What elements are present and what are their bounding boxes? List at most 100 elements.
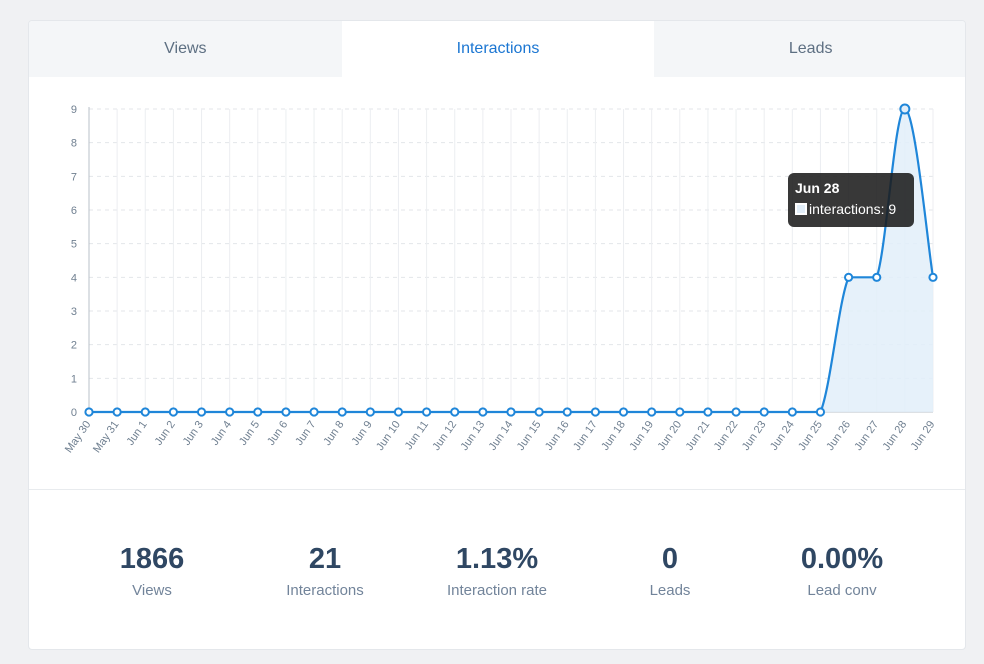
x-tick-label: Jun 5 xyxy=(237,419,262,448)
x-tick-label: Jun 20 xyxy=(655,419,684,453)
stat-label: Interaction rate xyxy=(446,582,548,599)
tooltip-swatch xyxy=(795,203,807,215)
stat-label: Interactions xyxy=(286,582,364,599)
stat-value: 1866 xyxy=(119,543,185,575)
chart-tooltip: Jun 28 interactions: 9 xyxy=(788,173,914,227)
x-tick-label: Jun 11 xyxy=(403,419,431,452)
data-point xyxy=(731,407,741,417)
data-point xyxy=(647,407,657,417)
data-point xyxy=(506,407,516,417)
stat-value: 1.13% xyxy=(455,543,539,575)
x-tick-label: Jun 10 xyxy=(374,419,403,453)
stat-interactions: 21 Interactions xyxy=(235,542,415,599)
data-point xyxy=(281,407,291,417)
y-tick-label: 0 xyxy=(71,407,77,419)
x-tick-label: Jun 8 xyxy=(321,419,346,448)
tab-views[interactable]: Views xyxy=(29,21,342,77)
x-tick-label: Jun 28 xyxy=(881,419,910,453)
data-point xyxy=(365,407,375,417)
y-tick-label: 8 xyxy=(71,138,77,150)
stat-value: 0 xyxy=(661,543,679,575)
tooltip-date: Jun 28 xyxy=(795,180,840,196)
data-point xyxy=(253,407,263,417)
data-point xyxy=(84,407,94,417)
data-point xyxy=(309,407,319,417)
x-tick-label: Jun 7 xyxy=(293,419,318,448)
y-tick-label: 3 xyxy=(71,306,77,318)
tooltip-value: interactions: 9 xyxy=(809,201,897,217)
data-point xyxy=(534,407,544,417)
data-point xyxy=(140,407,150,417)
stats-row: 1866 Views 21 Interactions 1.13% Interac… xyxy=(29,490,965,649)
data-point xyxy=(675,407,685,417)
x-tick-label: Jun 25 xyxy=(796,419,825,453)
tab-leads[interactable]: Leads xyxy=(654,21,965,77)
y-tick-label: 2 xyxy=(71,340,77,352)
data-point xyxy=(899,103,911,115)
data-point xyxy=(393,407,404,417)
data-point xyxy=(815,407,826,417)
x-tick-label: Jun 9 xyxy=(350,419,375,448)
stat-label: Leads xyxy=(649,582,691,599)
stat-value: 21 xyxy=(308,543,342,575)
x-tick-label: Jun 21 xyxy=(684,419,713,453)
x-tick-label: Jun 1 xyxy=(124,419,149,448)
data-point xyxy=(872,272,882,282)
x-tick-label: Jun 16 xyxy=(543,419,572,453)
x-tick-label: Jun 27 xyxy=(852,419,881,453)
y-tick-label: 7 xyxy=(71,171,77,183)
stat-label: Lead conv xyxy=(807,582,877,599)
x-tick-label: Jun 22 xyxy=(712,419,741,453)
x-tick-label: Jun 14 xyxy=(487,419,516,453)
x-tick-label: Jun 23 xyxy=(740,419,769,453)
x-tick-label: Jun 12 xyxy=(430,419,459,453)
chart-svg: 0123456789May 30May 31 Jun 1 Jun 2 Jun 3 Jun… xyxy=(63,103,938,455)
x-tick-label: Jun 3 xyxy=(181,419,206,448)
y-tick-label: 4 xyxy=(71,272,77,284)
data-point xyxy=(450,407,460,417)
data-point xyxy=(759,407,769,417)
data-point xyxy=(618,407,629,417)
x-tick-label: Jun 24 xyxy=(768,419,797,453)
data-point xyxy=(337,407,347,417)
x-tick-label: Jun 13 xyxy=(459,419,488,453)
data-point xyxy=(787,407,797,417)
data-point xyxy=(844,272,854,282)
x-tick-label: Jun 29 xyxy=(909,419,938,453)
stat-lead-conv: 0.00% Lead conv xyxy=(752,542,932,599)
data-point xyxy=(703,407,713,417)
x-tick-label: Jun 6 xyxy=(265,419,290,448)
x-tick-label: Jun 26 xyxy=(824,419,853,453)
data-point xyxy=(225,407,235,417)
y-tick-label: 6 xyxy=(71,205,77,217)
y-tick-label: 9 xyxy=(71,104,77,116)
interactions-chart: 0 1 2 3 4 5 6 7 8 9 May 30 May 31 Jun 1 Jun 2 Jun 3 Jun… xyxy=(29,77,965,489)
x-tick-label: Jun 19 xyxy=(627,419,656,453)
data-point xyxy=(112,407,122,417)
data-point xyxy=(478,407,488,417)
data-point xyxy=(590,407,601,417)
data-point xyxy=(168,407,178,417)
stat-value: 0.00% xyxy=(800,543,884,575)
y-tick-label: 1 xyxy=(71,373,77,385)
x-tick-label: Jun 15 xyxy=(515,419,544,453)
stat-interaction-rate: 1.13% Interaction rate xyxy=(407,542,587,599)
tooltip-row: interactions: 9 xyxy=(795,201,907,217)
x-tick-label: Jun 17 xyxy=(571,419,600,453)
stat-views: 1866 Views xyxy=(62,542,242,599)
x-tick-label: Jun 18 xyxy=(599,419,628,453)
data-point xyxy=(196,407,207,417)
data-point xyxy=(928,272,938,282)
x-tick-label: Jun 4 xyxy=(209,419,234,448)
tab-bar: Views Interactions Leads xyxy=(29,21,965,77)
y-tick-label: 5 xyxy=(71,239,77,251)
stat-label: Views xyxy=(132,582,172,599)
data-point xyxy=(422,407,432,417)
x-tick-label: May 30 xyxy=(63,419,94,455)
data-point xyxy=(562,407,572,417)
tab-interactions[interactable]: Interactions xyxy=(341,21,655,77)
x-tick-label: Jun 2 xyxy=(153,419,178,448)
x-tick-label: May 31 xyxy=(91,419,122,455)
analytics-card: Views Interactions Leads 0 1 2 3 4 5 6 7 8 9 May 3… xyxy=(28,20,966,650)
stat-leads: 0 Leads xyxy=(580,542,760,599)
